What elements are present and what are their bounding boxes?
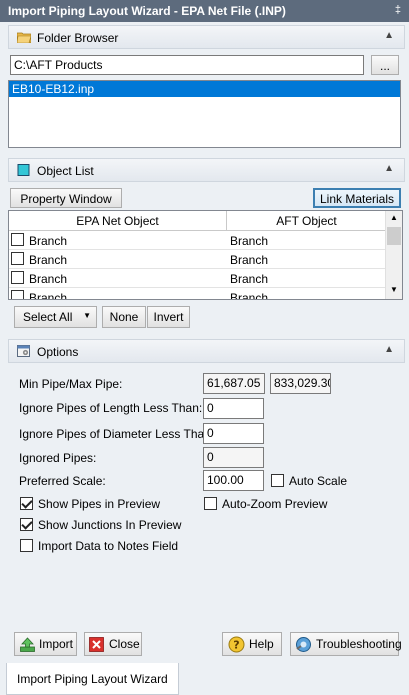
help-icon: ? — [228, 636, 245, 653]
min-max-pipe-label: Min Pipe/Max Pipe: — [19, 377, 123, 391]
show-pipes-checkbox[interactable] — [20, 497, 33, 510]
folder-browser-title: Folder Browser — [37, 31, 119, 45]
show-junctions-checkbox[interactable] — [20, 518, 33, 531]
auto-scale-label[interactable]: Auto Scale — [289, 474, 347, 488]
epa-object-cell: Branch — [29, 253, 68, 267]
import-notes-checkbox[interactable] — [20, 539, 33, 552]
auto-scale-checkbox[interactable] — [271, 474, 284, 487]
ignore-diameter-label: Ignore Pipes of Diameter Less Than: — [19, 427, 215, 441]
import-label: Import — [39, 637, 74, 651]
grid-scrollbar[interactable]: ▲ ▼ — [385, 211, 402, 299]
wizard-tab[interactable]: Import Piping Layout Wizard — [6, 663, 179, 695]
pin-icon[interactable]: ‡ — [395, 4, 401, 16]
select-all-dropdown[interactable]: Select All ▼ — [14, 306, 97, 328]
show-junctions-label[interactable]: Show Junctions In Preview — [38, 518, 181, 532]
object-grid[interactable]: EPA Net Object AFT Object Branch Branch … — [8, 210, 403, 300]
ignore-length-label: Ignore Pipes of Length Less Than: — [19, 401, 203, 415]
table-row[interactable]: Branch Branch — [9, 269, 386, 288]
options-header[interactable]: Options ▲ — [8, 339, 405, 363]
ignore-length-input[interactable]: 0 — [203, 398, 264, 419]
row-checkbox[interactable] — [11, 290, 24, 299]
ignore-diameter-input[interactable]: 0 — [203, 423, 264, 444]
troubleshooting-label: Troubleshooting — [316, 637, 402, 651]
import-button[interactable]: Import — [14, 632, 77, 656]
invert-button[interactable]: Invert — [147, 306, 190, 328]
wizard-tab-label: Import Piping Layout Wizard — [17, 672, 168, 686]
epa-object-cell: Branch — [29, 234, 68, 248]
aft-object-cell[interactable]: Branch — [230, 291, 268, 299]
scroll-down-icon[interactable]: ▼ — [390, 285, 398, 294]
folder-path-input[interactable]: C:\AFT Products — [10, 55, 364, 75]
dropdown-arrow-icon: ▼ — [83, 311, 91, 320]
scroll-thumb[interactable] — [387, 227, 401, 245]
auto-zoom-label[interactable]: Auto-Zoom Preview — [222, 497, 327, 511]
svg-text:?: ? — [233, 639, 239, 652]
show-pipes-label[interactable]: Show Pipes in Preview — [38, 497, 160, 511]
table-row[interactable]: Branch Branch — [9, 288, 386, 300]
aft-object-cell[interactable]: Branch — [230, 272, 268, 286]
ignored-pipes-value: 0 — [203, 447, 264, 468]
row-checkbox[interactable] — [11, 271, 24, 284]
object-list-icon — [17, 164, 30, 176]
close-label: Close — [109, 637, 140, 651]
epa-object-cell: Branch — [29, 291, 68, 300]
help-button[interactable]: ? Help — [222, 632, 282, 656]
row-checkbox[interactable] — [11, 252, 24, 265]
options-icon — [17, 345, 30, 357]
column-header-epa[interactable]: EPA Net Object — [9, 211, 227, 231]
troubleshooting-button[interactable]: Troubleshooting — [290, 632, 402, 656]
window-title: Import Piping Layout Wizard - EPA Net Fi… — [8, 4, 286, 18]
collapse-chevron-icon[interactable]: ▲ — [384, 344, 394, 355]
column-header-aft[interactable]: AFT Object — [227, 211, 386, 231]
aft-object-cell[interactable]: Branch — [230, 234, 268, 248]
property-window-button[interactable]: Property Window — [10, 188, 122, 208]
auto-zoom-checkbox[interactable] — [204, 497, 217, 510]
collapse-chevron-icon[interactable]: ▲ — [384, 163, 394, 174]
preferred-scale-input[interactable]: 100.00 — [203, 470, 264, 491]
epa-object-cell: Branch — [29, 272, 68, 286]
scroll-up-icon[interactable]: ▲ — [390, 213, 398, 222]
collapse-chevron-icon[interactable]: ▲ — [384, 30, 394, 41]
import-notes-label[interactable]: Import Data to Notes Field — [38, 539, 178, 553]
aft-object-cell[interactable]: Branch — [230, 253, 268, 267]
close-icon — [89, 637, 104, 652]
troubleshooting-icon — [296, 637, 311, 652]
table-row[interactable]: Branch Branch — [9, 250, 386, 269]
table-row[interactable]: Branch Branch — [9, 231, 386, 250]
folder-browser-header[interactable]: Folder Browser ▲ — [8, 25, 405, 49]
row-checkbox[interactable] — [11, 233, 24, 246]
import-icon — [20, 637, 35, 652]
max-pipe-value: 833,029.30 — [270, 373, 331, 394]
close-button[interactable]: Close — [84, 632, 142, 656]
file-list[interactable]: EB10-EB12.inp — [8, 80, 401, 148]
options-title: Options — [37, 345, 79, 359]
ignored-pipes-label: Ignored Pipes: — [19, 451, 97, 465]
select-all-label: Select All — [23, 310, 73, 324]
preferred-scale-label: Preferred Scale: — [19, 474, 106, 488]
window-title-bar: Import Piping Layout Wizard - EPA Net Fi… — [0, 0, 409, 22]
help-label: Help — [249, 637, 274, 651]
file-list-item[interactable]: EB10-EB12.inp — [9, 81, 400, 97]
link-materials-button[interactable]: Link Materials — [313, 188, 401, 208]
browse-button[interactable]: ... — [371, 55, 399, 75]
none-button[interactable]: None — [102, 306, 146, 328]
min-pipe-value: 61,687.05 — [203, 373, 265, 394]
folder-icon — [17, 32, 31, 43]
object-list-header[interactable]: Object List ▲ — [8, 158, 405, 182]
object-list-title: Object List — [37, 164, 94, 178]
